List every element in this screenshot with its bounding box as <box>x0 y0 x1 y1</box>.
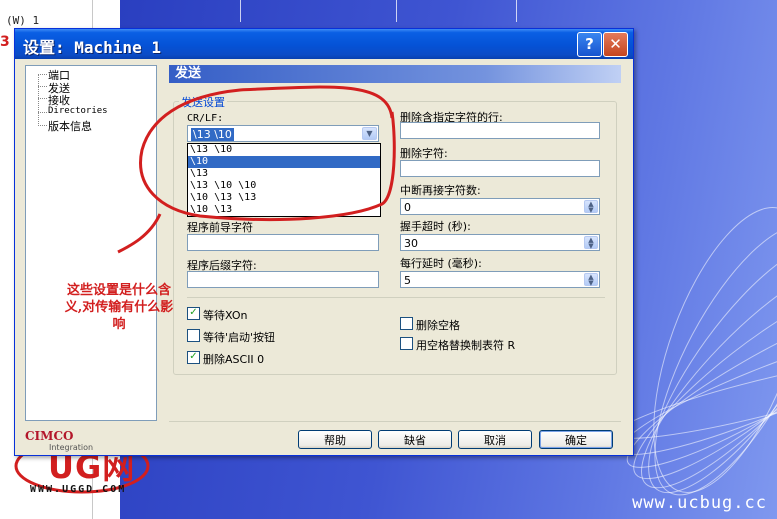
delete-ascii-label: 删除ASCII 0 <box>203 353 265 366</box>
tab-replace-checkbox[interactable] <box>400 337 413 350</box>
panel-title: 发送 <box>169 65 621 83</box>
cancel-button[interactable]: 取消 <box>458 430 532 449</box>
tree-item-version[interactable]: 版本信息 <box>48 118 92 134</box>
red-annotation-mark: 3 <box>0 34 10 50</box>
dialog-title: 设置: Machine 1 <box>23 38 161 57</box>
delete-lines-input[interactable] <box>400 122 600 139</box>
divider <box>396 0 397 22</box>
close-button[interactable]: ✕ <box>603 32 628 57</box>
resume-chars-value: 0 <box>404 201 411 214</box>
crlf-option[interactable]: \13 \10 \10 <box>188 180 380 192</box>
delete-chars-input[interactable] <box>400 160 600 177</box>
divider <box>187 297 605 298</box>
line-delay-value: 5 <box>404 274 411 287</box>
spin-arrows-icon[interactable]: ▲ ▼ <box>584 236 598 250</box>
wait-xon-label: 等待XOn <box>203 309 248 322</box>
handshake-timeout-value: 30 <box>404 237 418 250</box>
tree-item-directories[interactable]: Directories <box>48 106 108 116</box>
tree-connector <box>38 112 47 114</box>
chevron-down-icon[interactable]: ▼ <box>362 127 377 140</box>
title-bar[interactable]: 设置: Machine 1 ? ✕ <box>15 29 633 59</box>
spin-arrows-icon[interactable]: ▲ ▼ <box>584 200 598 214</box>
delete-spaces-checkbox[interactable] <box>400 317 413 330</box>
tab-replace-label: 用空格替换制表符 R <box>416 339 516 352</box>
line-delay-label: 每行延时 (毫秒): <box>400 257 482 270</box>
prefix-label: 程序前导字符 <box>187 221 253 234</box>
crlf-option[interactable]: \10 \13 \13 <box>188 192 380 204</box>
annotation-question: 这些设置是什么含义,对传输有什么影响 <box>64 283 174 332</box>
settings-dialog: 设置: Machine 1 ? ✕ 端口 发送 接收 Directories 版… <box>14 28 634 456</box>
crlf-combobox[interactable]: \13 \10 ▼ <box>187 125 379 142</box>
line-delay-stepper[interactable]: 5 ▲ ▼ <box>400 271 600 288</box>
cimco-logo-sub: Integration <box>49 443 94 452</box>
crlf-dropdown-list[interactable]: \13 \10 \10 \13 \13 \10 \10 \10 \13 \13 … <box>187 143 381 217</box>
background-text: (W) 1 <box>6 14 40 27</box>
delete-spaces-label: 删除空格 <box>416 319 460 332</box>
tree-connector <box>38 74 40 126</box>
wait-xon-checkbox[interactable]: ✓ <box>187 307 200 320</box>
prefix-input[interactable] <box>187 234 379 251</box>
group-title: 发送设置 <box>179 94 227 110</box>
wait-start-checkbox[interactable] <box>187 329 200 342</box>
ug-logo-url: WWW.UGGD.COM <box>30 484 127 495</box>
tree-connector <box>38 86 47 88</box>
crlf-option[interactable]: \10 <box>188 156 380 168</box>
close-icon: ✕ <box>609 35 622 53</box>
divider <box>516 0 517 22</box>
resume-chars-label: 中断再接字符数: <box>400 184 481 197</box>
crlf-option[interactable]: \10 \13 <box>188 204 380 216</box>
resume-chars-stepper[interactable]: 0 ▲ ▼ <box>400 198 600 215</box>
crlf-option[interactable]: \13 \10 <box>188 144 380 156</box>
tree-connector <box>38 98 47 100</box>
ok-button[interactable]: 确定 <box>539 430 613 449</box>
crlf-option[interactable]: \13 <box>188 168 380 180</box>
suffix-input[interactable] <box>187 271 379 288</box>
delete-ascii-checkbox[interactable]: ✓ <box>187 351 200 364</box>
divider <box>240 0 241 22</box>
spin-arrows-icon[interactable]: ▲ ▼ <box>584 273 598 287</box>
divider <box>169 421 621 422</box>
default-button[interactable]: 缺省 <box>378 430 452 449</box>
tree-connector <box>38 125 47 127</box>
handshake-timeout-stepper[interactable]: 30 ▲ ▼ <box>400 234 600 251</box>
crlf-label: CR/LF: <box>187 113 224 124</box>
handshake-timeout-label: 握手超时 (秒): <box>400 220 471 233</box>
tree-connector <box>38 74 47 76</box>
cimco-logo: CIMCO <box>25 429 74 443</box>
wait-start-label: 等待'启动'按钮 <box>203 331 276 344</box>
crlf-value: \13 \10 <box>191 128 234 141</box>
settings-tree: 端口 发送 接收 Directories 版本信息 <box>25 65 157 421</box>
help-button[interactable]: ? <box>577 32 602 57</box>
delete-chars-label: 删除字符: <box>400 147 448 160</box>
watermark: www.ucbug.cc <box>632 493 767 513</box>
help-button-bottom[interactable]: 帮助 <box>298 430 372 449</box>
